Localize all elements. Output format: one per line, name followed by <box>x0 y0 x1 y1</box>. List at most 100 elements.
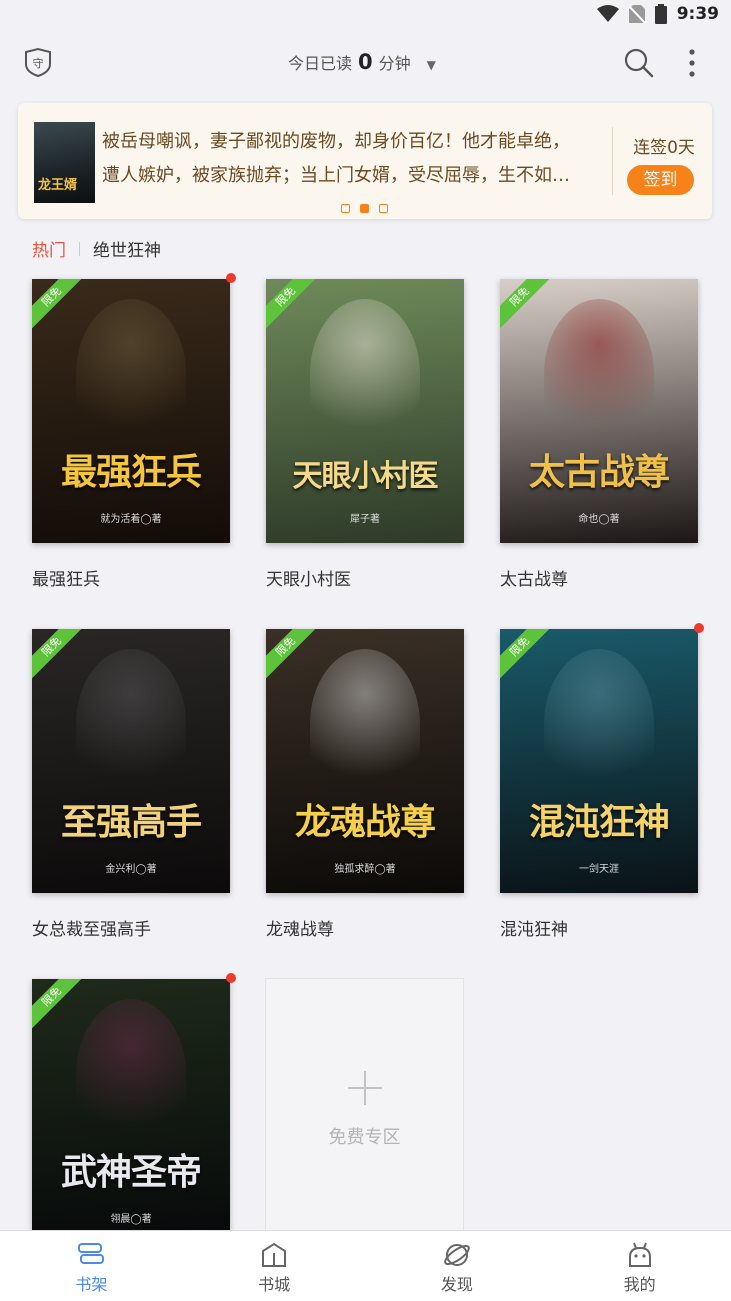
nav-label: 书架 <box>75 1275 108 1294</box>
book-title: 天眼小村医 <box>266 570 351 590</box>
wifi-icon <box>596 5 619 22</box>
profile-icon <box>628 1242 651 1267</box>
no-sim-icon <box>628 5 645 24</box>
cover-author: 翎晨◯著 <box>110 1214 152 1225</box>
free-zone-tile[interactable]: 免费专区 <box>265 978 464 1234</box>
cover-author: 就为活着◯著 <box>100 514 162 525</box>
cover-art <box>310 299 420 449</box>
nav-bookstore[interactable]: 书城 <box>183 1231 366 1301</box>
book-item[interactable]: 限免 天眼小村医 犀子著 天眼小村医 <box>266 279 464 590</box>
cover-title: 混沌狂神 <box>528 801 670 843</box>
book-item[interactable]: 限免 太古战尊 命也◯著 太古战尊 <box>500 279 698 590</box>
cover-author: 独孤求醉◯著 <box>334 864 396 875</box>
book-cover[interactable]: 限免太古战尊命也◯著 <box>500 279 698 543</box>
tab-divider <box>79 241 80 256</box>
free-tag-badge: 限免 <box>266 279 322 333</box>
cover-title: 龙魂战尊 <box>294 801 436 843</box>
checkin-streak: 连签0天 <box>633 138 695 158</box>
book-title: 龙魂战尊 <box>266 920 334 940</box>
book-item[interactable]: 限免 混沌狂神 一剑天涯 混沌狂神 <box>500 623 704 940</box>
cover-title: 太古战尊 <box>528 451 670 493</box>
nav-discover[interactable]: 发现 <box>366 1231 549 1301</box>
banner-line-1: 被岳母嘲讽，妻子鄙视的废物，却身价百亿！他才能卓绝， <box>102 131 570 152</box>
plus-icon <box>348 1071 382 1105</box>
cover-author: 金兴利◯著 <box>105 864 157 875</box>
battery-icon <box>654 4 667 24</box>
update-dot-badge <box>694 623 704 633</box>
pagination-dot[interactable] <box>379 204 388 213</box>
reading-suffix: 分钟 <box>378 54 411 73</box>
checkin-button[interactable]: 签到 <box>627 165 694 195</box>
nav-label: 我的 <box>623 1275 656 1294</box>
reading-prefix: 今日已读 <box>288 54 353 73</box>
cover-art <box>544 299 654 449</box>
cover-title: 最强狂兵 <box>60 451 202 493</box>
book-item[interactable]: 限免 龙魂战尊 独孤求醉◯著 龙魂战尊 <box>266 629 464 940</box>
cover-title: 至强高手 <box>60 801 202 843</box>
tab-jueshi-kuangshen[interactable]: 绝世狂神 <box>93 236 161 261</box>
free-tag-badge: 限免 <box>32 979 88 1033</box>
cover-author: 一剑天涯 <box>579 864 619 875</box>
book-title: 最强狂兵 <box>32 570 100 590</box>
nav-label: 发现 <box>440 1275 473 1294</box>
nav-profile[interactable]: 我的 <box>548 1231 731 1301</box>
cover-art <box>76 299 186 449</box>
update-dot-badge <box>226 273 236 283</box>
free-tag-badge: 限免 <box>266 629 322 683</box>
book-cover[interactable]: 限免最强狂兵就为活着◯著 <box>32 279 230 543</box>
cover-art <box>544 649 654 799</box>
nav-bookshelf[interactable]: 书架 <box>0 1231 183 1301</box>
free-tag-badge: 限免 <box>32 279 88 333</box>
cover-author: 命也◯著 <box>578 514 620 525</box>
banner-description[interactable]: 被岳母嘲讽，妻子鄙视的废物，却身价百亿！他才能卓绝， 遭人嫉妒，被家族抛弃；当上… <box>102 125 602 193</box>
book-title: 混沌狂神 <box>500 920 568 940</box>
banner-divider <box>612 127 613 195</box>
store-icon <box>262 1242 287 1267</box>
book-cover[interactable]: 限免至强高手金兴利◯著 <box>32 629 230 893</box>
book-title: 太古战尊 <box>500 570 568 590</box>
app-header: 守 今日已读 0 分钟 ▼ <box>0 38 731 88</box>
reading-stat[interactable]: 今日已读 0 分钟 ▼ <box>288 50 436 74</box>
cover-author: 犀子著 <box>350 514 380 525</box>
cover-title: 武神圣帝 <box>60 1151 202 1193</box>
bookshelf-icon <box>78 1243 105 1264</box>
cover-title: 天眼小村医 <box>292 459 439 494</box>
cover-art <box>310 649 420 799</box>
book-cover[interactable]: 限免龙魂战尊独孤求醉◯著 <box>266 629 464 893</box>
book-item[interactable]: 限免武神圣帝翎晨◯著 <box>32 973 236 1265</box>
bottom-nav: 书架 书城 发现 我的 <box>0 1230 731 1301</box>
book-cover[interactable]: 限免混沌狂神一剑天涯 <box>500 629 698 893</box>
cover-art <box>76 649 186 799</box>
free-tag-badge: 限免 <box>32 629 88 683</box>
pagination-dot[interactable] <box>341 204 350 213</box>
nav-label: 书城 <box>258 1275 291 1294</box>
status-bar: 9:39 <box>0 0 731 34</box>
reading-minutes: 0 <box>358 50 373 74</box>
promo-banner[interactable]: 龙王婿 被岳母嘲讽，妻子鄙视的废物，却身价百亿！他才能卓绝， 遭人嫉妒，被家族抛… <box>18 103 712 219</box>
banner-line-2: 遭人嫉妒，被家族抛弃；当上门女婿，受尽屈辱，生不如… <box>102 165 570 186</box>
book-cover[interactable]: 限免武神圣帝翎晨◯著 <box>32 979 230 1243</box>
free-tag-badge: 限免 <box>500 279 556 333</box>
free-tag-badge: 限免 <box>500 629 556 683</box>
book-title: 女总裁至强高手 <box>32 920 151 940</box>
banner-cover-title: 龙王婿 <box>38 178 78 193</box>
book-item[interactable]: 限免 最强狂兵 就为活着◯著 最强狂兵 <box>32 273 236 590</box>
cover-art <box>76 999 186 1149</box>
banner-book-cover[interactable]: 龙王婿 <box>34 122 95 203</box>
more-menu-icon[interactable] <box>680 46 704 80</box>
search-icon[interactable] <box>622 46 656 80</box>
dropdown-caret-icon: ▼ <box>426 58 436 72</box>
update-dot-badge <box>226 973 236 983</box>
svg-text:守: 守 <box>33 56 44 70</box>
status-time: 9:39 <box>676 4 719 24</box>
planet-icon <box>444 1244 470 1266</box>
banner-pagination <box>341 204 388 213</box>
category-tabs: 热门 绝世狂神 <box>32 236 161 261</box>
tab-hot[interactable]: 热门 <box>32 236 66 261</box>
book-item[interactable]: 限免至强高手金兴利◯著女总裁至强高手 <box>32 629 230 940</box>
shield-icon[interactable]: 守 <box>22 46 54 78</box>
status-icons: 9:39 <box>596 4 719 24</box>
book-cover[interactable]: 限免天眼小村医犀子著 <box>266 279 464 543</box>
free-zone-label: 免费专区 <box>328 1127 401 1148</box>
pagination-dot-active[interactable] <box>360 204 369 213</box>
